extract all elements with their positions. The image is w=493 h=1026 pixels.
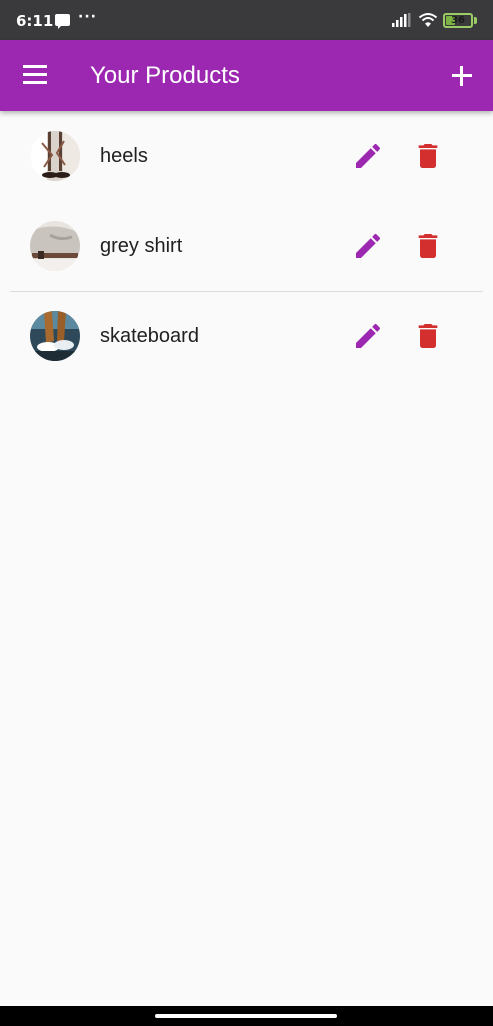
edit-button[interactable] bbox=[352, 230, 384, 262]
delete-button[interactable] bbox=[412, 320, 444, 352]
list-item: skateboard bbox=[0, 291, 493, 381]
product-avatar bbox=[30, 131, 80, 181]
list-item: grey shirt bbox=[0, 201, 493, 291]
product-title: skateboard bbox=[100, 325, 199, 347]
signal-icon bbox=[392, 13, 411, 27]
divider bbox=[10, 291, 483, 292]
message-icon bbox=[55, 14, 70, 29]
battery-tip bbox=[474, 17, 477, 24]
more-dots-icon: ··· bbox=[78, 9, 97, 25]
delete-button[interactable] bbox=[412, 230, 444, 262]
list-item: heels bbox=[0, 111, 493, 201]
menu-icon[interactable] bbox=[23, 65, 47, 85]
battery-icon: 36 bbox=[443, 13, 473, 28]
battery-level: 36 bbox=[451, 15, 465, 26]
edit-pencil-icon bbox=[356, 233, 381, 258]
status-time: 6:11 bbox=[16, 12, 54, 30]
page-title: Your Products bbox=[90, 62, 240, 89]
app-bar: Your Products bbox=[0, 40, 493, 111]
product-avatar bbox=[30, 311, 80, 361]
add-icon[interactable] bbox=[450, 64, 474, 88]
edit-button[interactable] bbox=[352, 140, 384, 172]
edit-pencil-icon bbox=[356, 143, 381, 168]
delete-trash-icon bbox=[418, 144, 438, 168]
edit-button[interactable] bbox=[352, 320, 384, 352]
status-bar: 6:11 ··· 36 bbox=[0, 0, 493, 40]
delete-trash-icon bbox=[418, 234, 438, 258]
product-title: grey shirt bbox=[100, 235, 183, 257]
wifi-icon bbox=[418, 13, 438, 27]
product-title: heels bbox=[100, 145, 148, 167]
home-indicator[interactable] bbox=[155, 1014, 337, 1018]
edit-pencil-icon bbox=[356, 323, 381, 348]
delete-button[interactable] bbox=[412, 140, 444, 172]
delete-trash-icon bbox=[418, 324, 438, 348]
product-list: heels grey shirt skateboard bbox=[0, 111, 493, 381]
product-avatar bbox=[30, 221, 80, 271]
